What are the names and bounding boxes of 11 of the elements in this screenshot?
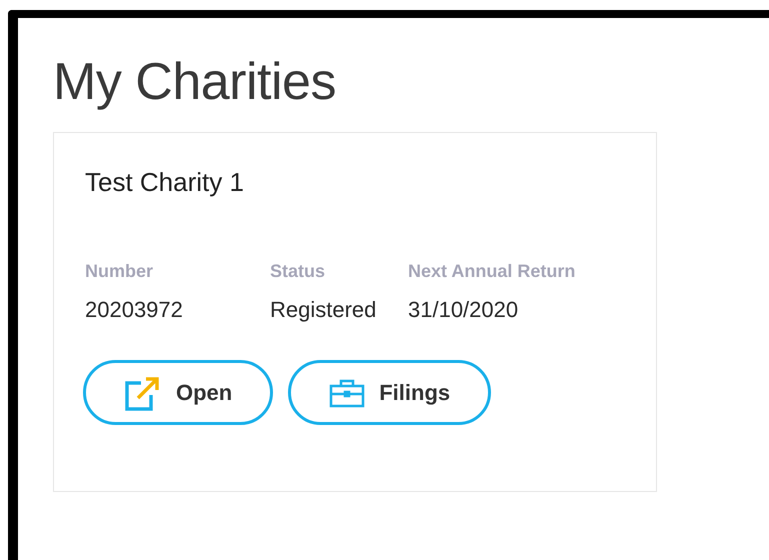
briefcase-icon — [329, 378, 366, 408]
field-label: Status — [270, 260, 326, 283]
field-value: 31/10/2020 — [408, 297, 520, 323]
action-button[interactable]: Filings — [288, 360, 492, 425]
page-title: My Charities — [53, 52, 337, 112]
field-value: 20203972 — [85, 297, 184, 323]
field-label: Next Annual Return — [408, 260, 576, 283]
field-value: Registered — [270, 297, 378, 323]
field-label: Number — [85, 260, 154, 283]
charity-name: Test Charity 1 — [85, 166, 245, 199]
action-button[interactable]: Open — [83, 360, 274, 425]
